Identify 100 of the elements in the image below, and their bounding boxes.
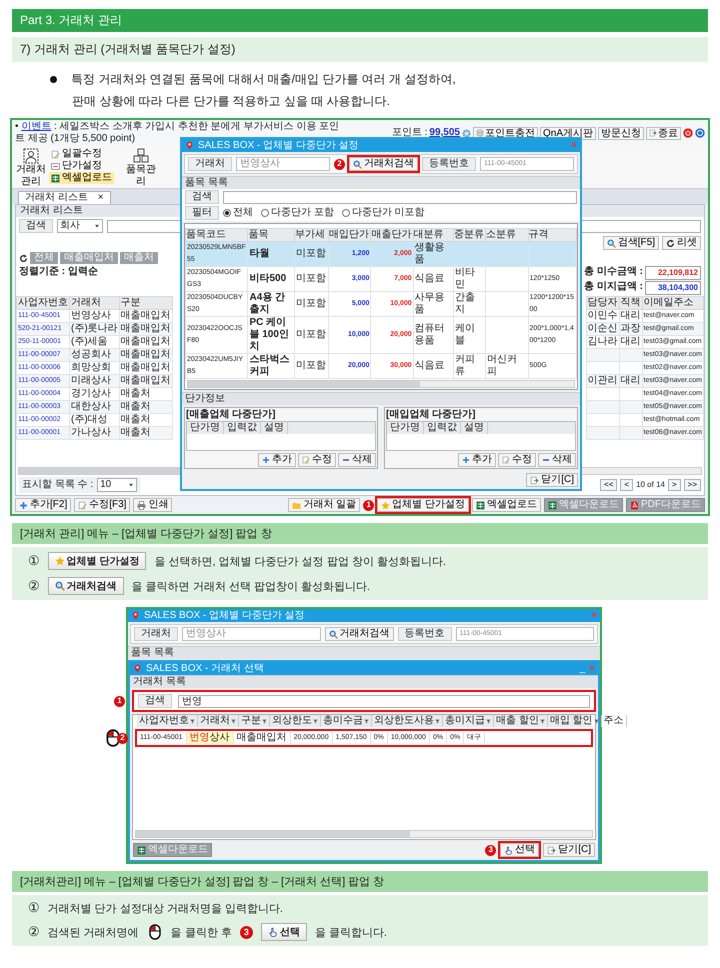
sort-label: 정렬기준 : 입력순 bbox=[19, 266, 98, 278]
step-marker: 1 bbox=[114, 696, 125, 706]
client-search-button[interactable]: 거래처검색 bbox=[324, 627, 394, 641]
filter-icon bbox=[486, 718, 491, 724]
search-icon bbox=[328, 630, 338, 638]
column-header[interactable]: 외상한도 bbox=[270, 715, 321, 727]
column-header[interactable]: 구분 bbox=[239, 715, 270, 727]
table-cell: 매출처 bbox=[119, 400, 172, 414]
select-button[interactable]: 선택 bbox=[500, 843, 540, 857]
column-header[interactable]: 입력값 bbox=[224, 422, 261, 434]
search-bar-button[interactable]: 검색[F5] bbox=[602, 236, 659, 250]
action-button[interactable]: 삭제 bbox=[538, 453, 576, 467]
action-button[interactable]: 삭제 bbox=[338, 453, 376, 467]
table-cell: 번영상사 bbox=[186, 732, 234, 744]
hand-icon bbox=[268, 927, 278, 937]
ribbon-button[interactable]: 품목관리 bbox=[126, 148, 156, 186]
close-tab-button[interactable]: × bbox=[98, 192, 104, 204]
column-header[interactable]: 규격 bbox=[528, 228, 576, 242]
table-cell: 매출매입처 bbox=[119, 348, 172, 362]
column-header[interactable]: 매입단가 bbox=[328, 228, 371, 242]
action-button[interactable]: 엑셀업로드 bbox=[472, 498, 541, 512]
spreadsheet-icon bbox=[137, 846, 146, 854]
page-size-select[interactable]: 10 bbox=[97, 478, 138, 492]
client-field[interactable]: 번영상사 bbox=[236, 157, 330, 171]
column-header[interactable]: 직책 bbox=[619, 296, 642, 310]
action-button[interactable]: 인쇄 bbox=[133, 498, 172, 512]
column-header[interactable]: 대분류 bbox=[413, 228, 454, 242]
event-link[interactable]: 이벤트 bbox=[21, 121, 52, 132]
radio-button[interactable] bbox=[342, 209, 350, 217]
next-page-button[interactable]: > bbox=[668, 479, 681, 491]
column-header[interactable]: 매출단가 bbox=[370, 228, 414, 242]
plus-icon bbox=[462, 456, 470, 464]
ribbon-item[interactable]: 일괄수정 bbox=[49, 148, 114, 160]
power-icon bbox=[683, 128, 693, 138]
column-header[interactable]: 중분류 bbox=[453, 228, 486, 242]
column-header[interactable]: 이메일주소 bbox=[642, 296, 704, 310]
action-button[interactable]: 수정 bbox=[298, 453, 336, 467]
column-header[interactable]: 사업자번호 bbox=[16, 296, 70, 310]
action-button[interactable]: 업체별 단가설정 bbox=[377, 498, 469, 512]
ribbon-item[interactable]: 엑셀업로드 bbox=[49, 172, 114, 184]
panel-title: [매출업체 다중단가] bbox=[186, 409, 276, 421]
exit-icon bbox=[530, 476, 540, 484]
gear-icon bbox=[462, 128, 471, 138]
action-button[interactable]: 수정 bbox=[498, 453, 536, 467]
points-link[interactable]: 99,505 bbox=[429, 127, 460, 139]
action-button[interactable]: 추가 bbox=[458, 453, 496, 467]
column-header[interactable]: 주소 bbox=[602, 715, 627, 727]
column-header[interactable]: 입력값 bbox=[424, 422, 461, 434]
action-button[interactable]: 추가[F2] bbox=[15, 498, 72, 512]
last-page-button[interactable]: >> bbox=[684, 479, 701, 491]
list-tab[interactable]: 거래처 리스트 × bbox=[18, 191, 111, 204]
scrollbar[interactable] bbox=[187, 380, 575, 388]
client-label: 거래처 bbox=[188, 157, 232, 171]
search-bar-button[interactable]: 리셋 bbox=[662, 236, 701, 250]
close-button[interactable]: 닫기[C] bbox=[543, 843, 595, 857]
action-button[interactable]: 거래처 일괄 bbox=[288, 498, 360, 512]
column-header[interactable]: 구분 bbox=[119, 296, 172, 310]
toolbar-button[interactable]: 방문신청 bbox=[598, 126, 644, 140]
column-header[interactable]: 설명 bbox=[461, 422, 488, 434]
column-header[interactable]: 총미지급 bbox=[443, 715, 494, 727]
button-image: 선택 bbox=[260, 923, 307, 941]
action-button[interactable]: 추가 bbox=[258, 453, 296, 467]
column-header[interactable]: 단가명 bbox=[387, 422, 424, 434]
column-header[interactable]: 품목코드 bbox=[186, 228, 248, 242]
column-header[interactable]: 단가명 bbox=[187, 422, 224, 434]
column-header[interactable]: 사업자번호 bbox=[137, 715, 198, 727]
column-header[interactable]: 거래처 bbox=[70, 296, 120, 310]
client-field[interactable]: 번영상사 bbox=[182, 627, 320, 641]
column-header[interactable]: 총미수금 bbox=[321, 715, 372, 727]
scrollbar[interactable] bbox=[135, 830, 593, 838]
plus-icon bbox=[262, 456, 270, 464]
radio-button[interactable] bbox=[261, 209, 269, 217]
close-button[interactable]: 닫기[C] bbox=[526, 473, 578, 487]
column-header[interactable]: 설명 bbox=[261, 422, 288, 434]
caption-bar: [거래처 관리] 메뉴 – [업체별 다중단가 설정] 팝업 창 bbox=[12, 523, 708, 544]
column-header[interactable]: 외상한도사용 bbox=[372, 715, 443, 727]
first-page-button[interactable]: << bbox=[600, 479, 618, 491]
toolbar-button[interactable]: 종료 bbox=[646, 126, 681, 140]
search-field[interactable]: 번영 bbox=[178, 694, 590, 708]
client-search-button[interactable]: 거래처검색 bbox=[349, 157, 418, 171]
previous-page-button[interactable]: < bbox=[620, 479, 634, 491]
table-cell: 사무용품 bbox=[413, 292, 454, 316]
column-header[interactable]: 매입 할인 bbox=[548, 715, 602, 727]
ribbon-item[interactable]: 단가설정 bbox=[49, 160, 114, 172]
column-header[interactable]: 품목 bbox=[248, 228, 294, 242]
table-cell: 이순신 bbox=[586, 322, 620, 336]
search-field[interactable] bbox=[223, 190, 577, 204]
column-header[interactable]: 부가세 bbox=[294, 228, 329, 242]
table-cell: 대한상사 bbox=[70, 400, 120, 414]
table-cell: 간출지 bbox=[453, 292, 486, 316]
ribbon-button[interactable]: 거래처 관리 bbox=[16, 148, 46, 186]
column-header[interactable]: 거래처 bbox=[198, 715, 239, 727]
search-label: 검색 bbox=[185, 190, 219, 204]
column-header[interactable]: 담당자 bbox=[586, 296, 620, 310]
column-header[interactable]: 매출 할인 bbox=[494, 715, 548, 727]
step-marker: 3 bbox=[240, 926, 253, 938]
column-header[interactable]: 소분류 bbox=[486, 228, 528, 242]
search-type-select[interactable]: 회사 bbox=[57, 219, 103, 233]
action-button[interactable]: 수정[F3] bbox=[74, 498, 130, 512]
radio-button[interactable] bbox=[223, 209, 231, 217]
